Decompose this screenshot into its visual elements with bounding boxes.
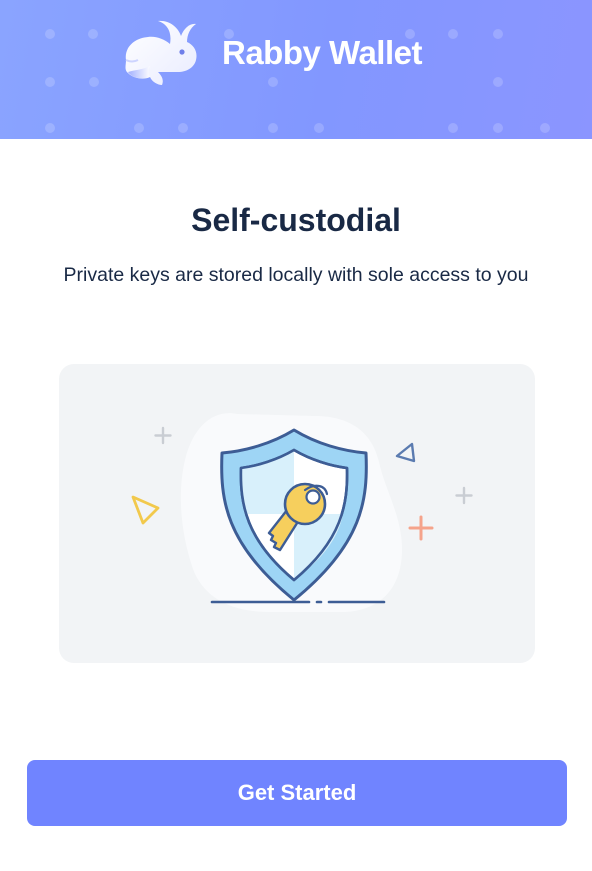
plus-icon	[154, 426, 172, 445]
get-started-button[interactable]: Get Started	[27, 760, 567, 826]
app-header: Rabby Wallet	[0, 0, 592, 139]
decorative-dot	[45, 29, 55, 39]
decorative-dot	[448, 29, 458, 39]
decorative-dot	[268, 123, 278, 133]
triangle-icon	[395, 442, 416, 463]
page-title: Self-custodial	[191, 202, 401, 238]
decorative-dot	[178, 123, 188, 133]
rabbit-logo-icon	[125, 20, 197, 85]
decorative-dot	[493, 77, 503, 87]
decorative-dot	[88, 29, 98, 39]
decorative-dot	[448, 123, 458, 133]
plus-icon	[408, 515, 434, 541]
triangle-icon	[131, 495, 160, 525]
decorative-dot	[493, 29, 503, 39]
brand-logo: Rabby Wallet	[118, 18, 422, 88]
decorative-dot	[314, 123, 324, 133]
page-description: Private keys are stored locally with sol…	[63, 264, 529, 286]
decorative-dot	[45, 123, 55, 133]
decorative-dot	[89, 77, 99, 87]
shield-key-illustration	[131, 413, 473, 612]
illustration-card	[59, 364, 535, 663]
decorative-dot	[45, 77, 55, 87]
brand-name: Rabby Wallet	[222, 34, 422, 71]
decorative-dot	[493, 123, 503, 133]
decorative-dot	[134, 123, 144, 133]
decorative-dot	[540, 123, 550, 133]
plus-icon	[455, 486, 473, 505]
